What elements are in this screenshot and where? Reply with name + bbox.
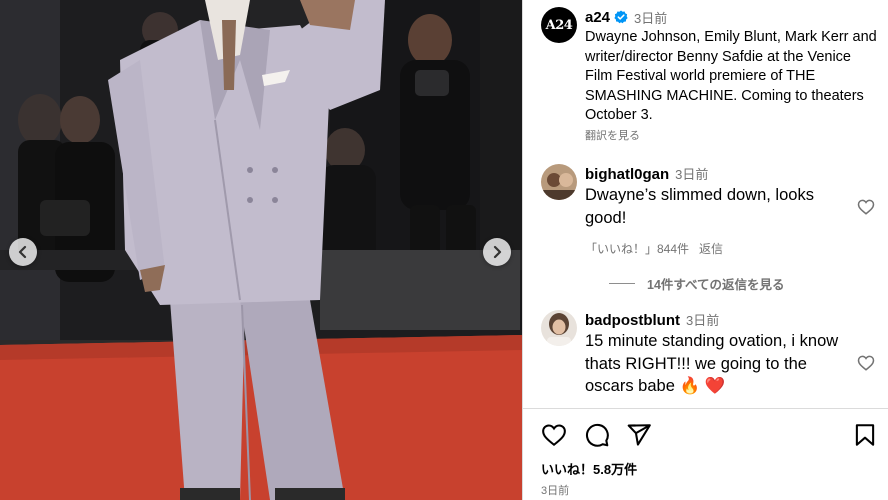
caption-body: a24 3日前 Dwayne Johnson, Emily Blunt, Mar… (585, 7, 881, 143)
view-replies-label: 14件すべての返信を見る (647, 278, 785, 292)
post-photo (0, 0, 522, 500)
chevron-left-icon (18, 245, 27, 259)
commenter-avatar[interactable] (541, 164, 577, 200)
comment-time[interactable]: 3日前 (675, 164, 708, 183)
commenter-username[interactable]: bighatl0gan (585, 166, 669, 183)
comment-item: badpostblunt 3日前 15 minute standing ovat… (541, 310, 881, 398)
post-like-count[interactable]: いいね！5.8万件 (541, 459, 637, 478)
post-media[interactable] (0, 0, 522, 500)
caption-text: Dwayne Johnson, Emily Blunt, Mark Kerr a… (585, 29, 877, 124)
post-side-panel: A24 a24 3日前 Dwayne Johnson, Emily Blunt,… (522, 0, 888, 500)
comment-text: 15 minute standing ovation, i know thats… (585, 332, 839, 395)
like-button[interactable] (541, 422, 567, 448)
comment-body: bighatl0gan 3日前 Dwayne’s slimmed down, l… (585, 164, 847, 257)
post-action-bar (541, 422, 881, 448)
comment-bubble-icon (586, 423, 609, 447)
comment-body: badpostblunt 3日前 15 minute standing ovat… (585, 310, 847, 398)
comment-meta: 「いいね！」844件 返信 (585, 240, 847, 257)
next-slide-button[interactable] (483, 238, 511, 266)
poster-avatar[interactable]: A24 (541, 7, 577, 43)
comment-like-button[interactable] (857, 198, 875, 216)
heart-icon (857, 199, 875, 215)
comment-time[interactable]: 3日前 (686, 310, 719, 329)
comment-user-line: bighatl0gan 3日前 (585, 164, 847, 184)
comment-like-count[interactable]: 「いいね！」844件 (585, 240, 689, 257)
save-button[interactable] (852, 422, 878, 448)
comments-scroll-area[interactable]: A24 a24 3日前 Dwayne Johnson, Emily Blunt,… (523, 0, 888, 408)
previous-slide-button[interactable] (9, 238, 37, 266)
heart-icon (542, 424, 566, 447)
poster-username[interactable]: a24 (585, 9, 610, 26)
verified-badge-icon (614, 10, 628, 24)
see-translation-link[interactable]: 翻訳を見る (585, 127, 881, 143)
comment-like-button[interactable] (857, 354, 875, 372)
comment-user-line: badpostblunt 3日前 (585, 310, 847, 330)
comment-item: bighatl0gan 3日前 Dwayne’s slimmed down, l… (541, 164, 881, 257)
share-button[interactable] (626, 422, 652, 448)
avatar-logo-text: A24 (545, 17, 573, 33)
actions-divider (523, 408, 888, 409)
heart-icon (857, 355, 875, 371)
comment-button[interactable] (584, 422, 610, 448)
post-date: 3日前 (541, 485, 570, 497)
comment-text: Dwayne’s slimmed down, looks good! (585, 186, 814, 227)
replies-divider-line (609, 283, 635, 284)
commenter-username[interactable]: badpostblunt (585, 312, 680, 329)
view-replies-link[interactable]: 14件すべての返信を見る (609, 274, 785, 293)
commenter-avatar[interactable] (541, 310, 577, 346)
reply-button[interactable]: 返信 (699, 240, 723, 257)
caption-user-line: a24 3日前 (585, 7, 881, 27)
instagram-post-view: A24 a24 3日前 Dwayne Johnson, Emily Blunt,… (0, 0, 888, 500)
paper-plane-icon (627, 424, 651, 446)
chevron-right-icon (493, 245, 502, 259)
bookmark-icon (855, 424, 875, 446)
post-caption: A24 a24 3日前 Dwayne Johnson, Emily Blunt,… (541, 7, 881, 143)
caption-time[interactable]: 3日前 (634, 8, 667, 27)
